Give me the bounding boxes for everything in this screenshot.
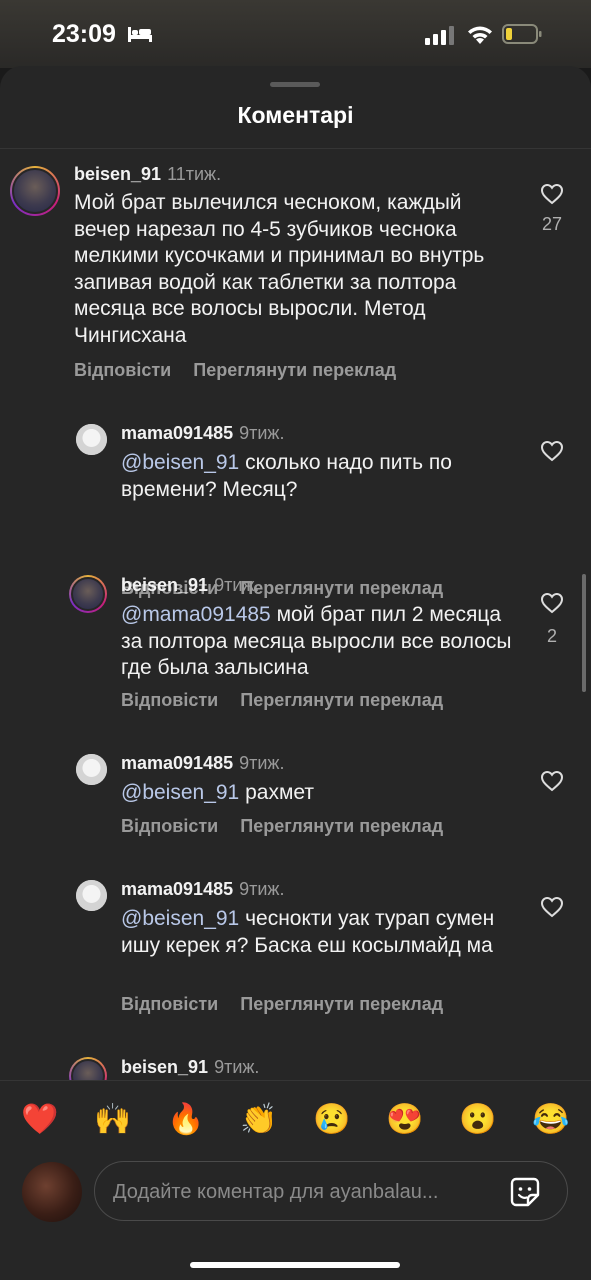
- emoji-surprised[interactable]: 😮: [458, 1102, 498, 1137]
- comment-age: 9тиж.: [239, 423, 285, 443]
- comment-age: 9тиж.: [239, 879, 285, 899]
- avatar[interactable]: [10, 166, 60, 216]
- heart-outline-icon[interactable]: [540, 183, 564, 205]
- sheet-grabber[interactable]: [270, 82, 320, 87]
- comment-input[interactable]: [111, 1162, 495, 1222]
- heart-outline-icon[interactable]: [540, 770, 564, 792]
- user-mention[interactable]: @mama091485: [121, 603, 271, 626]
- signal-bars-icon: [425, 26, 454, 45]
- comment-username[interactable]: mama091485: [121, 423, 233, 443]
- my-avatar: [22, 1162, 82, 1222]
- reply-item: mama091485 9тиж. @beisen_91 чеснокти уак …: [0, 870, 591, 1020]
- comment-username[interactable]: beisen_91: [74, 164, 161, 184]
- emoji-laughing[interactable]: 😂: [531, 1102, 571, 1137]
- comment-text: @beisen_91 чеснокти уак турап сумен ишу …: [121, 907, 495, 957]
- comment-text: Мой брат вылечился чесноком, каждый вече…: [74, 191, 485, 347]
- avatar[interactable]: [76, 424, 107, 455]
- status-bar: 23:09: [0, 0, 591, 68]
- home-indicator: [190, 1262, 400, 1268]
- comment-username[interactable]: beisen_91: [121, 1057, 208, 1077]
- reply-item: beisen_91 9тиж. @mama091485 мой брат пил …: [0, 566, 591, 716]
- wifi-icon: [468, 26, 492, 44]
- emoji-raised-hands[interactable]: 🙌: [93, 1102, 133, 1137]
- reply-item: mama091485 9тиж. @beisen_91 рахмет Відпов…: [0, 744, 591, 844]
- emoji-heart-eyes[interactable]: 😍: [385, 1102, 425, 1137]
- reply-button[interactable]: Відповісти: [121, 994, 218, 1014]
- reply-item: mama091485 9тиж. @beisen_91 сколько надо …: [0, 414, 591, 598]
- like-count: 27: [541, 214, 563, 234]
- see-translation-button[interactable]: Переглянути переклад: [240, 994, 443, 1014]
- comment-age: 9тиж.: [239, 753, 285, 773]
- heart-outline-icon[interactable]: [540, 440, 564, 462]
- battery-low-icon: [502, 24, 542, 44]
- comment-text: @beisen_91 сколько надо пить по времени?…: [121, 451, 452, 501]
- like-count: 2: [546, 626, 557, 646]
- avatar[interactable]: [69, 575, 107, 613]
- comment-age: 11тиж.: [167, 164, 222, 184]
- reply-button[interactable]: Відповісти: [74, 360, 171, 380]
- comment-input-box[interactable]: [94, 1161, 568, 1222]
- emoji-heart[interactable]: ❤️: [20, 1102, 60, 1137]
- sticker-icon[interactable]: [509, 1176, 541, 1208]
- see-translation-button[interactable]: Переглянути переклад: [240, 816, 443, 836]
- comment-username[interactable]: mama091485: [121, 753, 233, 773]
- avatar[interactable]: [76, 880, 107, 911]
- header-divider: [0, 148, 591, 149]
- avatar[interactable]: [76, 754, 107, 785]
- user-mention[interactable]: @beisen_91: [121, 781, 239, 804]
- see-translation-button[interactable]: Переглянути переклад: [240, 690, 443, 710]
- comment-age: 9тиж.: [214, 575, 260, 595]
- scrollbar[interactable]: [582, 574, 586, 692]
- reply-button[interactable]: Відповісти: [121, 816, 218, 836]
- heart-outline-icon[interactable]: [540, 896, 564, 918]
- bed-icon: [128, 27, 152, 42]
- see-translation-button[interactable]: Переглянути переклад: [193, 360, 396, 380]
- comment-text: @beisen_91 рахмет: [121, 781, 314, 804]
- reply-button[interactable]: Відповісти: [121, 690, 218, 710]
- comment-username[interactable]: mama091485: [121, 879, 233, 899]
- comment-item: beisen_91 11тиж. Мой брат вылечился чесно…: [0, 160, 591, 400]
- emoji-clapping[interactable]: 👏: [239, 1102, 279, 1137]
- comment-composer-area: ❤️ 🙌 🔥 👏 😢 😍 😮 😂: [0, 1080, 591, 1280]
- sheet-title: Коментарі: [237, 102, 354, 128]
- comment-text: @mama091485 мой брат пил 2 месяца за пол…: [121, 603, 512, 679]
- comment-age: 9тиж.: [214, 1057, 260, 1077]
- status-time: 23:09: [52, 20, 116, 48]
- comment-username[interactable]: beisen_91: [121, 575, 208, 595]
- heart-outline-icon[interactable]: [540, 592, 564, 614]
- user-mention[interactable]: @beisen_91: [121, 907, 239, 930]
- emoji-fire[interactable]: 🔥: [166, 1102, 206, 1137]
- user-mention[interactable]: @beisen_91: [121, 451, 239, 474]
- emoji-crying[interactable]: 😢: [312, 1102, 352, 1137]
